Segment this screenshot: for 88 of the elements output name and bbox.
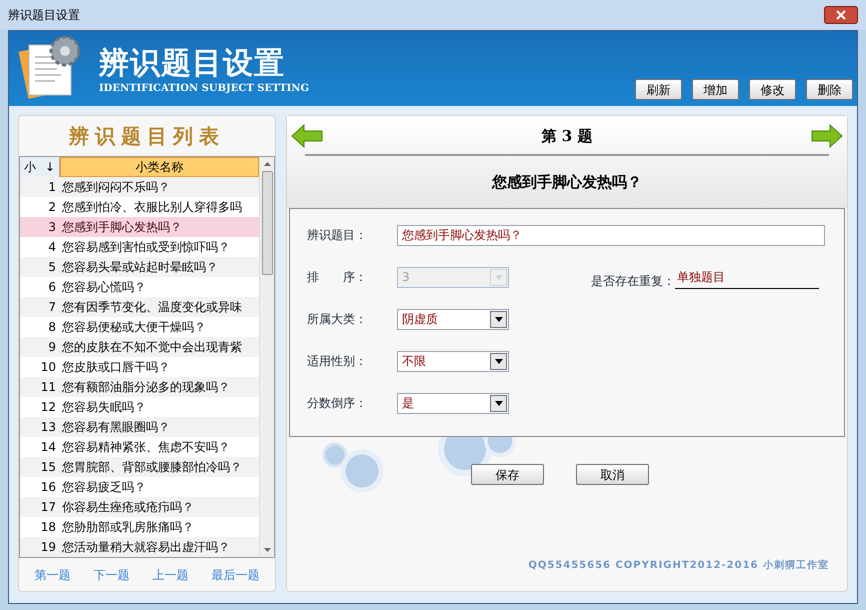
dropdown[interactable]: 不限 — [397, 350, 509, 372]
row-name: 您有额部油脂分泌多的现象吗？ — [61, 379, 230, 396]
list-row[interactable]: 7 您有因季节变化、温度变化或异味 — [20, 297, 260, 317]
nav-link[interactable]: 下一题 — [94, 566, 130, 584]
list-row[interactable]: 13 您容易有黑眼圈吗？ — [20, 417, 260, 437]
caret-icon — [490, 268, 507, 286]
row-name: 您容易便秘或大便干燥吗？ — [61, 319, 206, 336]
row-number: 5 — [47, 259, 57, 276]
row-number: 8 — [47, 319, 57, 336]
scrollbar-thumb[interactable] — [262, 171, 273, 275]
row-name: 您容易心慌吗？ — [61, 279, 146, 296]
form-button[interactable]: 保存 — [471, 464, 544, 485]
left-arrow-icon[interactable] — [291, 124, 323, 148]
row-name: 您容易有黑眼圈吗？ — [61, 419, 170, 436]
row-name: 您的皮肤在不知不觉中会出现青紫 — [61, 339, 242, 356]
list-row[interactable]: 9 您的皮肤在不知不觉中会出现青紫 — [20, 337, 260, 357]
field-label: 辨识题目： — [307, 227, 368, 244]
row-name: 你容易生痤疮或疮疖吗？ — [61, 499, 194, 516]
caret-icon — [490, 352, 507, 370]
field-label: 排 序： — [307, 269, 368, 286]
toolbar-button[interactable]: 修改 — [749, 79, 796, 100]
row-name: 您有因季节变化、温度变化或异味 — [61, 299, 242, 316]
row-number: 14 — [40, 439, 57, 456]
column-header[interactable]: 小类名称 — [60, 157, 260, 177]
dropdown[interactable]: 是 — [397, 392, 509, 414]
field-label: 分数倒序： — [307, 395, 368, 412]
row-name: 您胃脘部、背部或腰膝部怕冷吗？ — [61, 459, 242, 476]
row-name: 您容易感到害怕或受到惊吓吗？ — [61, 239, 230, 256]
row-name: 您感到怕冷、衣服比别人穿得多吗 — [61, 199, 242, 216]
app-title: 辨识题目设置 — [99, 46, 286, 82]
list-row[interactable]: 3 您感到手脚心发热吗？ — [20, 217, 260, 237]
row-name: 您皮肤或口唇干吗？ — [61, 359, 170, 376]
list-row[interactable]: 19 您活动量稍大就容易出虚汗吗？ — [20, 537, 260, 557]
nav-link[interactable]: 上一题 — [152, 566, 188, 584]
column-header[interactable]: 小 ↓ — [20, 157, 60, 177]
row-number: 19 — [40, 539, 57, 556]
field-label: 是否存在重复： — [591, 273, 675, 290]
scrollbar[interactable] — [259, 157, 274, 557]
row-number: 2 — [47, 199, 57, 216]
field-label: 适用性别： — [307, 353, 368, 370]
question-title: 您感到手脚心发热吗？ — [492, 172, 642, 193]
list-row[interactable]: 11 您有额部油脂分泌多的现象吗？ — [20, 377, 260, 397]
toolbar-button[interactable]: 刷新 — [635, 79, 682, 100]
list-title: 辨识题目列表 — [69, 123, 225, 150]
question-number: 第 3 题 — [542, 126, 592, 147]
row-name: 您容易头晕或站起时晕眩吗？ — [61, 259, 218, 276]
row-name: 您容易失眠吗？ — [61, 399, 146, 416]
row-number: 6 — [47, 279, 57, 296]
row-number: 9 — [47, 339, 57, 356]
caret-icon — [490, 310, 507, 328]
dropdown[interactable]: 阴虚质 — [397, 308, 509, 330]
row-number: 1 — [47, 179, 57, 196]
row-number: 3 — [47, 219, 57, 236]
close-icon — [836, 10, 846, 20]
form-button[interactable]: 取消 — [576, 464, 649, 485]
copyright-text: QQ55455656 COPYRIGHT2012-2016 小刺猬工作室 — [528, 558, 829, 573]
app-subtitle: IDENTIFICATION SUBJECT SETTING — [99, 82, 309, 96]
row-number: 11 — [40, 379, 57, 396]
row-name: 您容易精神紧张、焦虑不安吗？ — [61, 439, 230, 456]
toolbar-button[interactable]: 增加 — [692, 79, 739, 100]
toolbar-button[interactable]: 删除 — [806, 79, 853, 100]
row-number: 16 — [40, 479, 57, 496]
caret-icon — [490, 394, 507, 412]
row-name: 您感到手脚心发热吗？ — [61, 219, 182, 236]
right-arrow-icon[interactable] — [810, 124, 843, 148]
close-button[interactable] — [824, 6, 858, 24]
row-number: 18 — [40, 519, 57, 536]
row-number: 4 — [47, 239, 57, 256]
row-name: 您活动量稍大就容易出虚汗吗？ — [61, 539, 230, 556]
row-name: 您胁肋部或乳房胀痛吗？ — [61, 519, 194, 536]
row-number: 7 — [47, 299, 57, 316]
row-number: 12 — [40, 399, 57, 416]
row-number: 15 — [40, 459, 57, 476]
list-row[interactable]: 15 您胃脘部、背部或腰膝部怕冷吗？ — [20, 457, 260, 477]
window-title: 辨识题目设置 — [8, 7, 80, 24]
list-row[interactable]: 5 您容易头晕或站起时晕眩吗？ — [20, 257, 260, 277]
nav-link[interactable]: 最后一题 — [212, 566, 260, 584]
row-name: 您感到闷闷不乐吗？ — [61, 179, 170, 196]
field-label: 所属大类： — [307, 311, 368, 328]
input-field[interactable]: 您感到手脚心发热吗？ — [397, 224, 825, 246]
list-row[interactable]: 1 您感到闷闷不乐吗？ — [20, 177, 260, 197]
row-number: 13 — [40, 419, 57, 436]
repeat-value: 单独题目 — [675, 268, 819, 289]
list-row[interactable]: 17 你容易生痤疮或疮疖吗？ — [20, 497, 260, 517]
row-number: 10 — [40, 359, 57, 376]
row-number: 17 — [40, 499, 57, 516]
row-name: 您容易疲乏吗？ — [61, 479, 146, 496]
nav-link[interactable]: 第一题 — [34, 566, 70, 584]
